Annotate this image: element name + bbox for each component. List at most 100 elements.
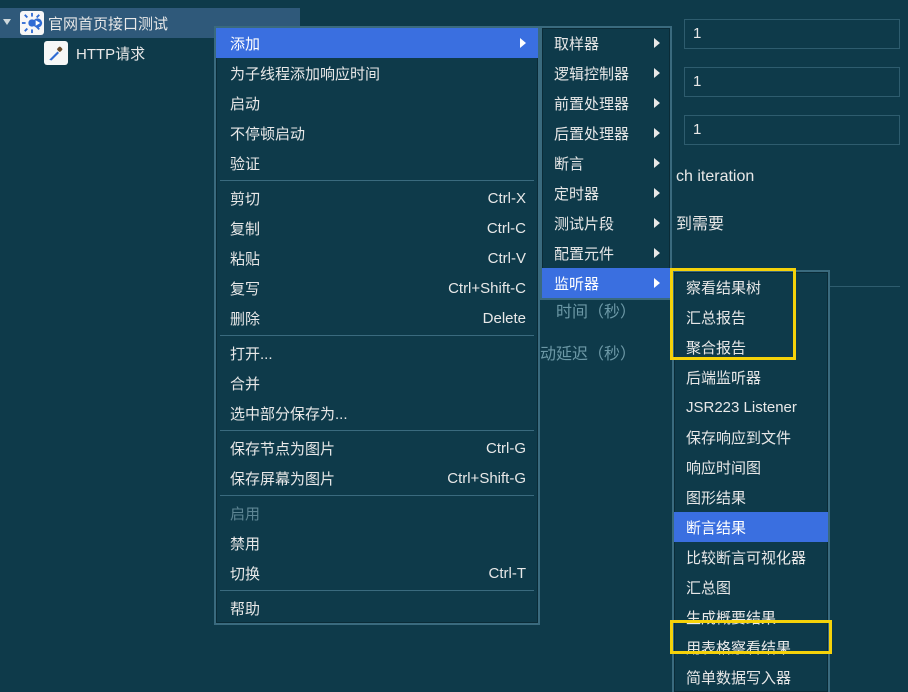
- context-menu-item[interactable]: 复写 Ctrl+Shift-C: [216, 273, 538, 303]
- iteration-label: ch iteration: [676, 168, 754, 186]
- menu-item-label: 定时器: [554, 183, 599, 204]
- add-submenu-item[interactable]: 前置处理器: [542, 88, 670, 118]
- context-menu-item[interactable]: 选中部分保存为...: [216, 398, 538, 428]
- menu-separator: [220, 335, 534, 336]
- menu-item-label: 帮助: [230, 598, 260, 619]
- menu-item-label: JSR223 Listener: [686, 399, 797, 416]
- listener-submenu-item[interactable]: 响应时间图: [674, 452, 828, 482]
- add-submenu-item[interactable]: 逻辑控制器: [542, 58, 670, 88]
- menu-item-label: 测试片段: [554, 213, 614, 234]
- listener-submenu-item[interactable]: 简单数据写入器: [674, 662, 828, 692]
- menu-item-label: 响应时间图: [686, 457, 761, 478]
- menu-item-label: 后置处理器: [554, 123, 629, 144]
- menu-shortcut: Ctrl-C: [487, 220, 526, 237]
- menu-item-label: 逻辑控制器: [554, 63, 629, 84]
- menu-item-label: 保存节点为图片: [230, 438, 335, 459]
- add-submenu-item[interactable]: 取样器: [542, 28, 670, 58]
- context-menu-item[interactable]: 打开...: [216, 338, 538, 368]
- context-menu-item[interactable]: 帮助: [216, 593, 538, 623]
- submenu-arrow-icon: [654, 68, 660, 78]
- submenu-arrow-icon: [520, 38, 526, 48]
- menu-shortcut: Ctrl+Shift-G: [447, 470, 526, 487]
- listener-submenu-item[interactable]: 用表格察看结果: [674, 632, 828, 662]
- listener-submenu-item[interactable]: 图形结果: [674, 482, 828, 512]
- context-menu-item[interactable]: 为子线程添加响应时间: [216, 58, 538, 88]
- eyedropper-icon: [44, 41, 68, 65]
- tree-node-label: 官网首页接口测试: [48, 13, 168, 34]
- menu-item-label: 不停顿启动: [230, 123, 305, 144]
- menu-item-label: 选中部分保存为...: [230, 403, 348, 424]
- context-menu-item[interactable]: 删除 Delete: [216, 303, 538, 333]
- listener-submenu-item[interactable]: 汇总报告: [674, 302, 828, 332]
- listener-submenu-item[interactable]: 汇总图: [674, 572, 828, 602]
- menu-shortcut: Ctrl-T: [489, 565, 527, 582]
- menu-item-label: 用表格察看结果: [686, 637, 791, 658]
- menu-shortcut: Ctrl-X: [488, 190, 526, 207]
- menu-item-label: 保存屏幕为图片: [230, 468, 335, 489]
- add-submenu-item[interactable]: 配置元件: [542, 238, 670, 268]
- until-needed-label: 到需要: [676, 210, 724, 234]
- menu-item-label: 图形结果: [686, 487, 746, 508]
- menu-item-label: 比较断言可视化器: [686, 547, 806, 568]
- rampup-input[interactable]: 1: [684, 67, 900, 97]
- menu-item-label: 剪切: [230, 188, 260, 209]
- context-menu-item[interactable]: 复制Ctrl-C: [216, 213, 538, 243]
- context-menu-item[interactable]: 不停顿启动: [216, 118, 538, 148]
- threads-input[interactable]: 1: [684, 19, 900, 49]
- add-submenu-item[interactable]: 测试片段: [542, 208, 670, 238]
- menu-item-label: 保存响应到文件: [686, 427, 791, 448]
- menu-item-label: 打开...: [230, 343, 273, 364]
- add-submenu-item[interactable]: 后置处理器: [542, 118, 670, 148]
- context-menu-item[interactable]: 粘贴Ctrl-V: [216, 243, 538, 273]
- menu-item-label: 切换: [230, 563, 260, 584]
- add-submenu-item[interactable]: 断言: [542, 148, 670, 178]
- tree-node-label: HTTP请求: [76, 43, 145, 64]
- context-menu-item[interactable]: 禁用: [216, 528, 538, 558]
- menu-item-label: 断言结果: [686, 517, 746, 538]
- listener-submenu-item[interactable]: 察看结果树: [674, 272, 828, 302]
- listener-submenu-item[interactable]: 断言结果: [674, 512, 828, 542]
- listener-submenu-item[interactable]: 比较断言可视化器: [674, 542, 828, 572]
- context-menu-item[interactable]: 切换 Ctrl-T: [216, 558, 538, 588]
- listener-submenu-item[interactable]: 保存响应到文件: [674, 422, 828, 452]
- menu-shortcut: Delete: [483, 310, 526, 327]
- context-menu-item[interactable]: 剪切 Ctrl-X: [216, 183, 538, 213]
- context-menu-item[interactable]: 添加: [216, 28, 538, 58]
- submenu-arrow-icon: [654, 248, 660, 258]
- menu-shortcut: Ctrl+Shift-C: [448, 280, 526, 297]
- menu-separator: [220, 590, 534, 591]
- listener-submenu-item[interactable]: 生成概要结果: [674, 602, 828, 632]
- context-menu-item[interactable]: 保存屏幕为图片 Ctrl+Shift-G: [216, 463, 538, 493]
- add-submenu-item[interactable]: 监听器: [542, 268, 670, 298]
- context-menu-item[interactable]: 启动: [216, 88, 538, 118]
- menu-item-label: 删除: [230, 308, 260, 329]
- context-menu-item[interactable]: 保存节点为图片 Ctrl-G: [216, 433, 538, 463]
- menu-item-label: 察看结果树: [686, 277, 761, 298]
- listener-submenu-item[interactable]: JSR223 Listener: [674, 392, 828, 422]
- context-menu-item[interactable]: 合并: [216, 368, 538, 398]
- context-menu-item[interactable]: 验证: [216, 148, 538, 178]
- listener-submenu-item[interactable]: 后端监听器: [674, 362, 828, 392]
- menu-item-label: 添加: [230, 33, 260, 54]
- submenu-arrow-icon: [654, 218, 660, 228]
- submenu-arrow-icon: [654, 98, 660, 108]
- menu-shortcut: Ctrl-G: [486, 440, 526, 457]
- add-submenu-item[interactable]: 定时器: [542, 178, 670, 208]
- submenu-arrow-icon: [654, 38, 660, 48]
- delay-sec-label-1: 时间（秒）: [556, 298, 636, 322]
- menu-item-label: 启用: [230, 503, 260, 524]
- listener-submenu-item[interactable]: 聚合报告: [674, 332, 828, 362]
- menu-separator: [220, 495, 534, 496]
- context-menu-item: 启用: [216, 498, 538, 528]
- menu-item-label: 汇总图: [686, 577, 731, 598]
- menu-item-label: 简单数据写入器: [686, 667, 791, 688]
- menu-item-label: 复写: [230, 278, 260, 299]
- delay-sec-label-2: 动延迟（秒）: [540, 340, 636, 364]
- chevron-down-icon: [2, 16, 16, 30]
- menu-item-label: 断言: [554, 153, 584, 174]
- menu-item-label: 合并: [230, 373, 260, 394]
- menu-item-label: 聚合报告: [686, 337, 746, 358]
- menu-item-label: 前置处理器: [554, 93, 629, 114]
- menu-item-label: 粘贴: [230, 248, 260, 269]
- loop-count-input[interactable]: 1: [684, 115, 900, 145]
